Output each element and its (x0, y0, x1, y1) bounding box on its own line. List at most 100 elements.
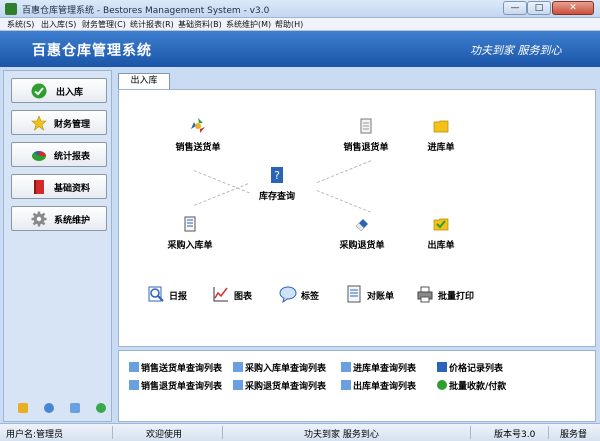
magnifier-report-icon (148, 286, 164, 302)
menu-maintenance[interactable]: 系统维护(M) (226, 19, 271, 30)
gear-icon (31, 211, 47, 227)
sales-return-node[interactable]: 销售退货单 (331, 117, 401, 153)
price-icon (437, 362, 447, 372)
status-separator (548, 426, 549, 439)
recycle-icon (191, 118, 205, 133)
flow-connector (193, 170, 250, 194)
payment-icon (437, 380, 447, 390)
title-bar: 百惠仓库管理系统 - Bestores Management System - … (0, 0, 600, 18)
flow-connector (317, 160, 372, 183)
flow-connector (194, 183, 249, 206)
help-book-icon: ? (271, 167, 283, 183)
batch-print-label: 批量打印 (438, 292, 475, 302)
statement-document-icon (347, 285, 361, 303)
document-scroll-icon (360, 118, 372, 134)
folder-icon (433, 120, 449, 133)
close-button[interactable]: ✕ (552, 1, 594, 15)
status-version: 版本号3.0 (494, 430, 536, 440)
app-title: 百惠仓库管理系统 (32, 43, 152, 59)
query-link-label: 价格记录列表 (449, 364, 504, 374)
sidebar-item-maintenance[interactable]: 系统维护 (11, 206, 107, 231)
tab-inout[interactable]: 出入库 (118, 73, 170, 89)
status-user: 用户名:管理员 (6, 430, 64, 440)
stock-out-node[interactable]: 出库单 (416, 215, 466, 251)
sidebar-item-inout[interactable]: 出入库 (11, 78, 107, 103)
purchase-return-node[interactable]: 采购退货单 (327, 215, 397, 251)
inventory-query-node[interactable]: ? 库存查询 (247, 166, 307, 202)
magnifier-icon (341, 362, 351, 372)
magnifier-icon (341, 380, 351, 390)
stock-in-label: 进库单 (427, 143, 455, 153)
star-icon (31, 115, 47, 131)
magnifier-icon (233, 380, 243, 390)
minimize-button[interactable]: — (503, 1, 527, 15)
chart-label: 图表 (234, 292, 253, 302)
menu-inout[interactable]: 出入库(S) (41, 19, 76, 30)
lock-icon[interactable] (18, 403, 28, 413)
menu-system[interactable]: 系统(S) (7, 19, 34, 30)
query-link-label: 销售退货单查询列表 (141, 382, 223, 392)
status-bar: 用户名:管理员 欢迎使用 功夫到家 服务到心 版本号3.0 服务督 (0, 423, 600, 441)
status-service: 服务督 (560, 430, 588, 440)
folder-check-icon (433, 218, 449, 231)
slogan: 功夫到家 服务到心 (470, 44, 562, 57)
sidebar-item-reports[interactable]: 统计报表 (11, 142, 107, 167)
check-circle-icon (31, 83, 47, 99)
printer-icon (417, 286, 433, 303)
sidebar-item-label: 统计报表 (54, 152, 91, 162)
menu-help[interactable]: 帮助(H) (275, 19, 303, 30)
inventory-query-label: 库存查询 (258, 192, 295, 202)
purchase-in-node[interactable]: 采购入库单 (155, 215, 225, 251)
query-link-label: 进库单查询列表 (353, 364, 417, 374)
statement-label: 对账单 (367, 292, 395, 302)
daily-report-label: 日报 (169, 292, 188, 302)
sales-return-label: 销售退货单 (343, 143, 389, 153)
status-separator (112, 426, 113, 439)
speech-bubble-icon (279, 286, 297, 303)
sidebar-item-label: 出入库 (56, 88, 84, 98)
sidebar-item-finance[interactable]: 财务管理 (11, 110, 107, 135)
list-document-icon (184, 216, 196, 232)
sales-delivery-node[interactable]: 销售送货单 (163, 117, 233, 153)
magnifier-icon (129, 380, 139, 390)
flow-connector (316, 190, 371, 213)
stock-in-node[interactable]: 进库单 (416, 117, 466, 153)
query-link-label: 出库单查询列表 (353, 382, 417, 392)
menu-bar: 系统(S) 出入库(S) 财务管理(C) 统计报表(R) 基础资料(B) 系统维… (0, 18, 600, 31)
purchase-in-label: 采购入库单 (167, 241, 213, 251)
maximize-button[interactable]: □ (527, 1, 551, 15)
menu-reports[interactable]: 统计报表(R) (130, 19, 174, 30)
magnifier-icon (233, 362, 243, 372)
window-title: 百惠仓库管理系统 - Bestores Management System - … (22, 6, 270, 16)
status-separator (222, 426, 223, 439)
sidebar-item-basic-data[interactable]: 基础资料 (11, 174, 107, 199)
query-link-label: 批量收款/付款 (449, 382, 507, 392)
sidebar-item-label: 财务管理 (54, 120, 91, 130)
query-link-label: 采购入库单查询列表 (245, 364, 327, 374)
search-icon[interactable] (70, 403, 80, 413)
query-list-panel: 销售送货单查询列表 采购入库单查询列表 进库单查询列表 价格记录列表 销售退货单… (118, 350, 596, 422)
book-icon (34, 180, 44, 194)
sales-delivery-label: 销售送货单 (175, 143, 221, 153)
main-panel: 销售送货单 销售退货单 进库单 ? 库存查询 采购入库单 采购退货单 出库单 (118, 89, 596, 347)
pie-chart-icon (32, 151, 46, 161)
sidebar-item-label: 基础资料 (54, 184, 91, 194)
query-link-label: 采购退货单查询列表 (245, 382, 327, 392)
eraser-icon (355, 219, 368, 232)
status-welcome: 欢迎使用 (146, 430, 183, 440)
sidebar: 出入库 财务管理 统计报表 基础资料 系统维护 (3, 70, 112, 422)
header-banner: 百惠仓库管理系统 功夫到家 服务到心 (0, 31, 600, 67)
status-slogan: 功夫到家 服务到心 (304, 430, 379, 440)
stock-out-label: 出库单 (427, 241, 455, 251)
sidebar-item-label: 系统维护 (54, 216, 91, 226)
status-separator (470, 426, 471, 439)
purchase-return-label: 采购退货单 (339, 241, 385, 251)
line-chart-icon (213, 287, 228, 302)
menu-finance[interactable]: 财务管理(C) (82, 19, 126, 30)
clock-icon[interactable] (44, 403, 54, 413)
query-link-label: 销售送货单查询列表 (141, 364, 223, 374)
up-arrow-icon[interactable] (96, 403, 106, 413)
svg-text:?: ? (274, 169, 280, 182)
menu-basic-data[interactable]: 基础资料(B) (178, 19, 222, 30)
magnifier-icon (129, 362, 139, 372)
